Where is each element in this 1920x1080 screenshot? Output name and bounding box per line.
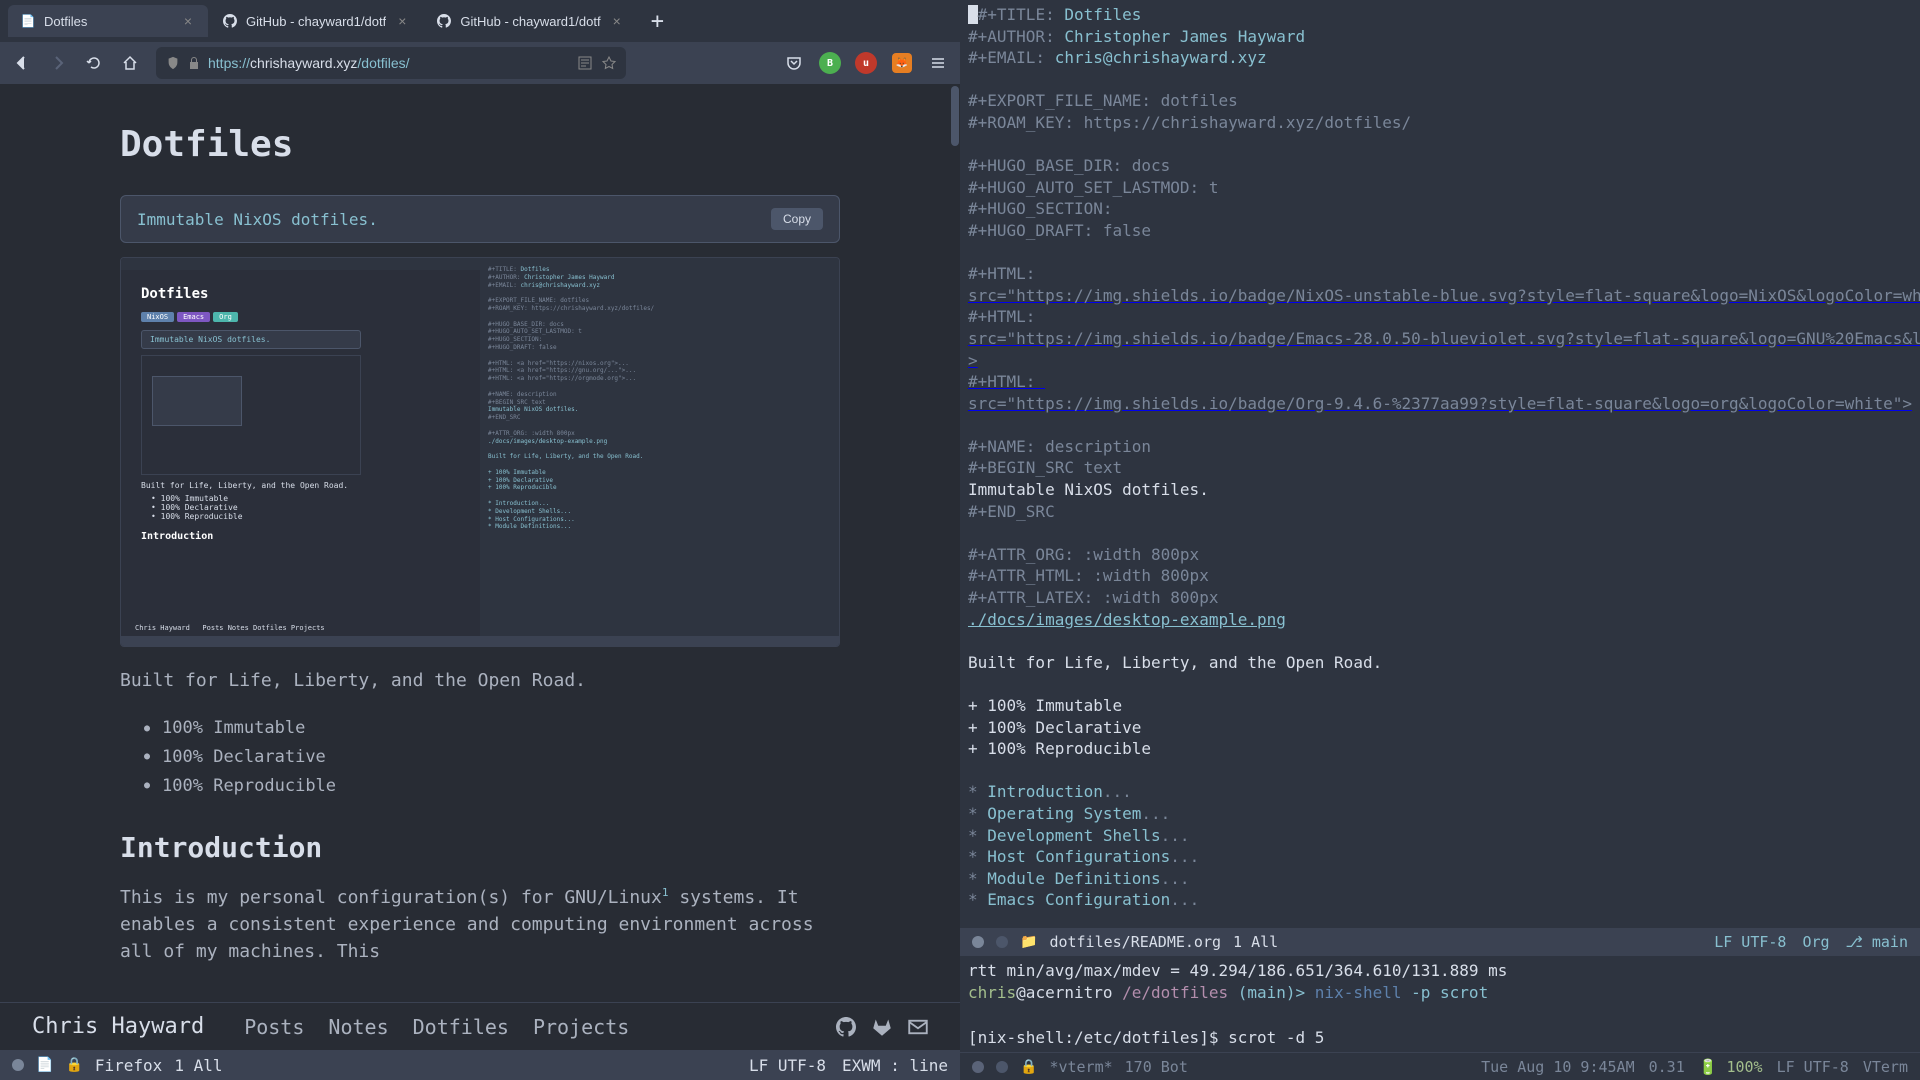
browser-tab[interactable]: GitHub - chayward1/dotf × [210, 5, 422, 37]
battery-status: 🔋 100% [1699, 1058, 1763, 1076]
browser-tab-active[interactable]: 📄 Dotfiles × [8, 5, 208, 37]
terminal-blank [968, 1005, 1912, 1027]
encoding: LF UTF-8 [1714, 933, 1786, 951]
terminal-output: rtt min/avg/max/mdev = 49.294/186.651/36… [968, 960, 1912, 982]
nav-link-dotfiles[interactable]: Dotfiles [413, 1015, 509, 1039]
desktop-screenshot: Dotfiles NixOS Emacs Org Immutable NixOS… [120, 257, 840, 647]
terminal-prompt-line: chris@acernitro /e/dotfiles (main)> nix-… [968, 982, 1912, 1004]
major-mode: EXWM : line [842, 1056, 948, 1075]
extension-red[interactable]: u [852, 49, 880, 77]
tab-title: GitHub - chayward1/dotf [460, 14, 600, 29]
list-item: 100% Reproducible [144, 772, 840, 801]
browser-tab-bar: 📄 Dotfiles × GitHub - chayward1/dotf × G… [0, 0, 960, 42]
list-item: 100% Declarative [144, 743, 840, 772]
nav-link-posts[interactable]: Posts [244, 1015, 304, 1039]
forward-button[interactable] [44, 49, 72, 77]
org-editor[interactable]: #+TITLE: Dotfiles #+AUTHOR: Christopher … [960, 0, 1920, 928]
modeline-dot-icon [996, 936, 1008, 948]
url-actions [578, 56, 616, 70]
code-text: Immutable NixOS dotfiles. [137, 210, 378, 229]
pocket-icon[interactable] [780, 49, 808, 77]
modeline-editor: 📁 dotfiles/README.org 1 All LF UTF-8 Org… [960, 928, 1920, 956]
major-mode: Org [1802, 933, 1829, 951]
feature-list: 100% Immutable 100% Declarative 100% Rep… [120, 714, 840, 801]
github-icon[interactable] [836, 1017, 856, 1037]
page-title: Dotfiles [120, 124, 840, 165]
cursor-position: 1 All [174, 1056, 222, 1075]
nav-link-notes[interactable]: Notes [328, 1015, 388, 1039]
tab-title: Dotfiles [44, 14, 172, 29]
code-block: Immutable NixOS dotfiles. Copy [120, 195, 840, 243]
emacs-window: #+TITLE: Dotfiles #+AUTHOR: Christopher … [960, 0, 1920, 1080]
encoding: LF UTF-8 [1777, 1058, 1849, 1076]
site-brand[interactable]: Chris Hayward [32, 1014, 204, 1039]
modeline-firefox: 📄 🔒 Firefox 1 All LF UTF-8 EXWM : line [0, 1050, 960, 1080]
new-tab-button[interactable]: + [639, 9, 676, 34]
tab-title: GitHub - chayward1/dotf [246, 14, 386, 29]
shield-icon [166, 56, 180, 70]
folder-icon: 📁 [1020, 934, 1037, 950]
url-bar[interactable]: https://chrishayward.xyz/dotfiles/ [156, 47, 626, 79]
buffer-path: dotfiles/README.org [1049, 933, 1221, 951]
back-button[interactable] [8, 49, 36, 77]
lock-icon [188, 56, 200, 70]
firefox-window: 📄 Dotfiles × GitHub - chayward1/dotf × G… [0, 0, 960, 1080]
browser-actions: B u 🦊 [780, 49, 952, 77]
section-heading: Introduction [120, 831, 840, 864]
datetime: Tue Aug 10 9:45AM [1481, 1058, 1635, 1076]
modeline-dot-icon [972, 1061, 984, 1073]
lock-icon: 🔒 [1020, 1059, 1037, 1075]
vterm-terminal[interactable]: rtt min/avg/max/mdev = 49.294/186.651/36… [960, 956, 1920, 1052]
terminal-prompt-line: [nix-shell:/etc/dotfiles]$ scrot -d 5 [968, 1027, 1912, 1049]
modeline-dot-icon [12, 1059, 24, 1071]
lock-icon: 🔒 [65, 1057, 82, 1073]
cursor-position: 1 All [1233, 933, 1278, 951]
modeline-dot-icon [972, 936, 984, 948]
bookmark-icon[interactable] [602, 56, 616, 70]
cursor-position: 170 Bot [1125, 1058, 1188, 1076]
url-text: https://chrishayward.xyz/dotfiles/ [208, 55, 410, 71]
github-icon [222, 13, 238, 29]
home-button[interactable] [116, 49, 144, 77]
close-icon[interactable]: × [180, 13, 196, 29]
file-icon: 📄 [36, 1057, 53, 1073]
intro-paragraph: This is my personal configuration(s) for… [120, 884, 840, 965]
webpage-content: Dotfiles Immutable NixOS dotfiles. Copy … [0, 84, 960, 1002]
modeline-dot-icon [996, 1061, 1008, 1073]
menu-button[interactable] [924, 49, 952, 77]
tagline-text: Built for Life, Liberty, and the Open Ro… [120, 667, 840, 694]
favicon-icon: 📄 [20, 13, 36, 29]
github-icon [436, 13, 452, 29]
scrollbar[interactable] [950, 84, 960, 1002]
encoding: LF UTF-8 [749, 1056, 826, 1075]
copy-button[interactable]: Copy [771, 208, 823, 230]
major-mode: VTerm [1863, 1058, 1908, 1076]
modeline-vterm: 🔒 *vterm* 170 Bot Tue Aug 10 9:45AM 0.31… [960, 1052, 1920, 1080]
close-icon[interactable]: × [394, 13, 410, 29]
buffer-name: *vterm* [1049, 1058, 1112, 1076]
extension-green[interactable]: B [816, 49, 844, 77]
git-branch: ⎇ main [1846, 933, 1908, 951]
nav-link-projects[interactable]: Projects [533, 1015, 629, 1039]
extension-orange[interactable]: 🦊 [888, 49, 916, 77]
browser-toolbar: https://chrishayward.xyz/dotfiles/ B u 🦊 [0, 42, 960, 84]
reader-icon[interactable] [578, 56, 592, 70]
browser-tab[interactable]: GitHub - chayward1/dotf × [424, 5, 636, 37]
mail-icon[interactable] [908, 1017, 928, 1037]
load-average: 0.31 [1649, 1058, 1685, 1076]
site-nav: Chris Hayward Posts Notes Dotfiles Proje… [0, 1002, 960, 1050]
gitlab-icon[interactable] [872, 1017, 892, 1037]
close-icon[interactable]: × [609, 13, 625, 29]
list-item: 100% Immutable [144, 714, 840, 743]
reload-button[interactable] [80, 49, 108, 77]
buffer-name: Firefox [95, 1056, 162, 1075]
